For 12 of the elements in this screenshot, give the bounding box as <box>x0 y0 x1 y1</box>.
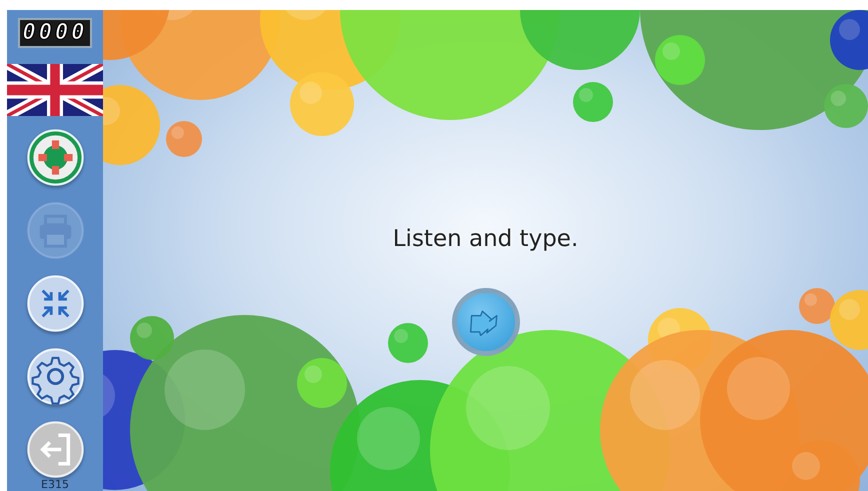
lifebuoy-icon <box>26 129 84 186</box>
gear-icon <box>26 348 84 405</box>
settings-button[interactable] <box>26 348 84 405</box>
help-button[interactable] <box>26 129 84 186</box>
code-label: E315 <box>41 479 69 491</box>
printer-icon <box>26 202 84 259</box>
union-flag-icon[interactable] <box>7 64 103 116</box>
exit-button[interactable] <box>26 421 84 478</box>
digital-counter: 0000 <box>18 18 92 48</box>
compress-arrows-icon <box>26 275 84 332</box>
compress-button[interactable] <box>26 275 84 332</box>
prompt-text: Listen and type. <box>392 226 578 252</box>
